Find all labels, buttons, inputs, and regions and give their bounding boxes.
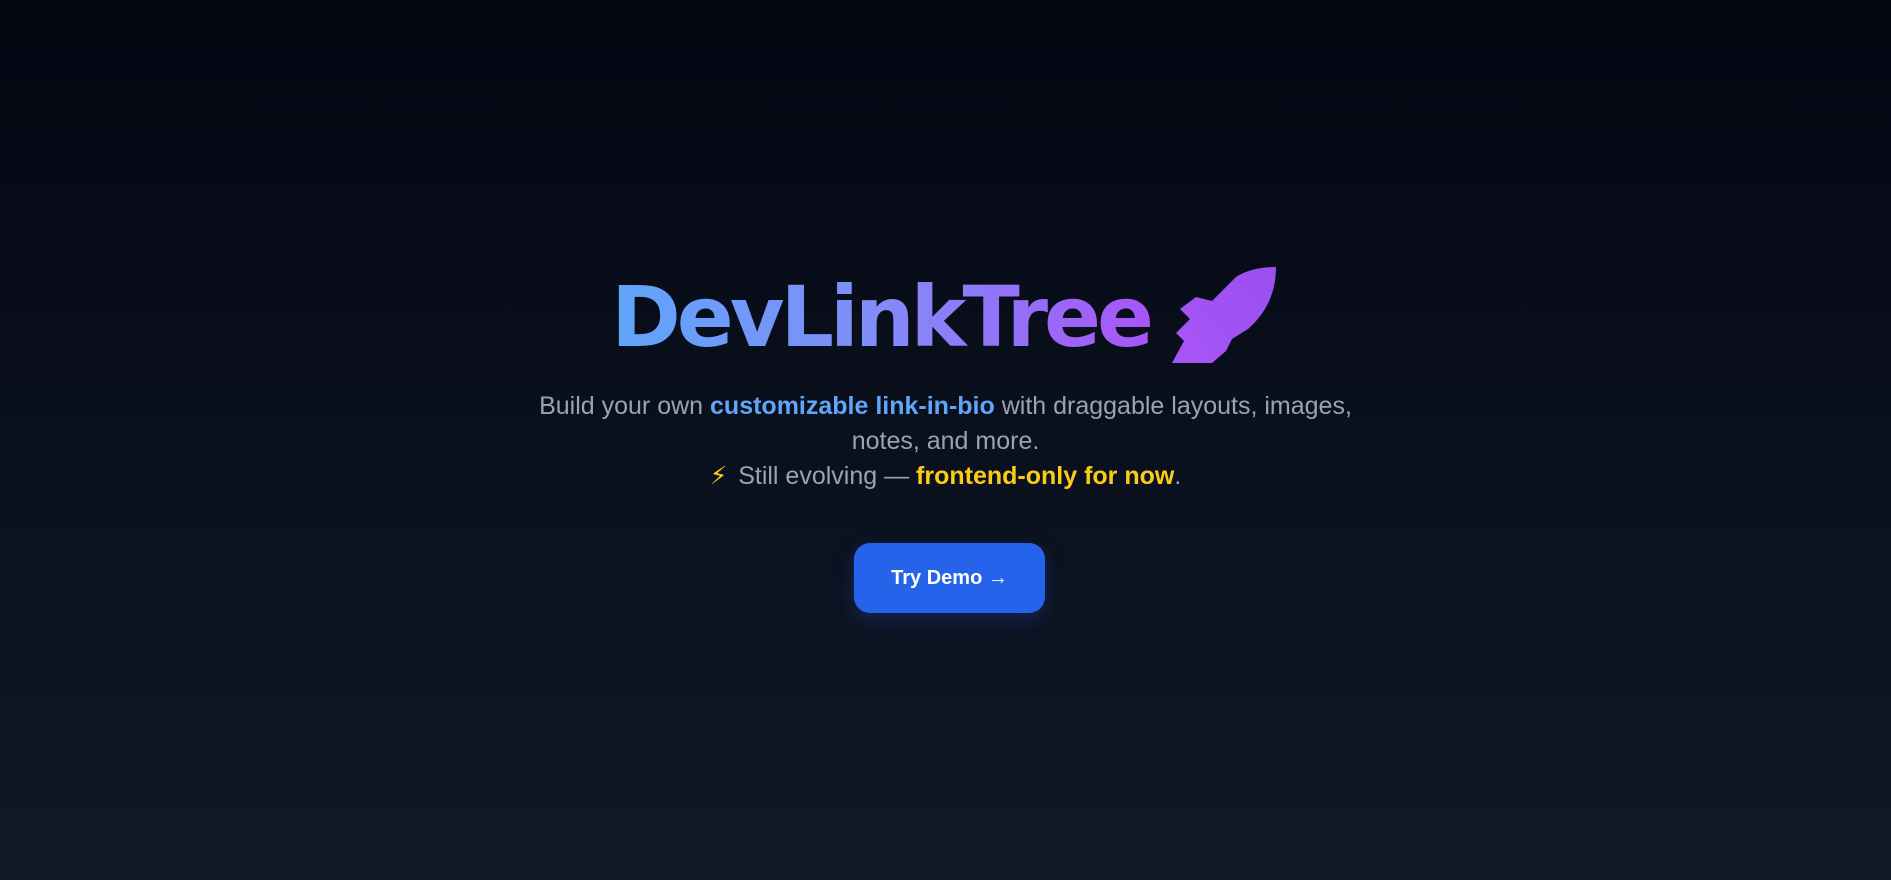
app-title: DevLinkTree xyxy=(611,268,1154,366)
subtitle-prefix: Build your own xyxy=(539,392,711,420)
title-row: DevLinkTree xyxy=(0,262,1891,372)
try-demo-button[interactable]: Try Demo → xyxy=(854,543,1045,613)
hero-subtitle: Build your own customizable link-in-bio … xyxy=(0,389,1891,494)
subtitle-highlight: customizable link-in-bio xyxy=(710,392,995,420)
lightning-icon: ⚡ xyxy=(709,462,728,490)
hero-section: DevLinkTree Build your own customizable … xyxy=(0,0,1891,880)
subtitle-line-1: Build your own customizable link-in-bio … xyxy=(0,389,1891,424)
subtitle-line-2: notes, and more. xyxy=(851,427,1040,455)
subtitle-suffix: with draggable layouts, images, xyxy=(994,392,1352,420)
status-note: ⚡ Still evolving — frontend-only for now… xyxy=(0,459,1891,494)
rocket-icon xyxy=(1171,267,1276,363)
status-note-highlight: frontend-only for now xyxy=(916,462,1175,490)
status-note-prefix: Still evolving — xyxy=(731,462,917,490)
status-note-suffix: . xyxy=(1174,462,1182,490)
